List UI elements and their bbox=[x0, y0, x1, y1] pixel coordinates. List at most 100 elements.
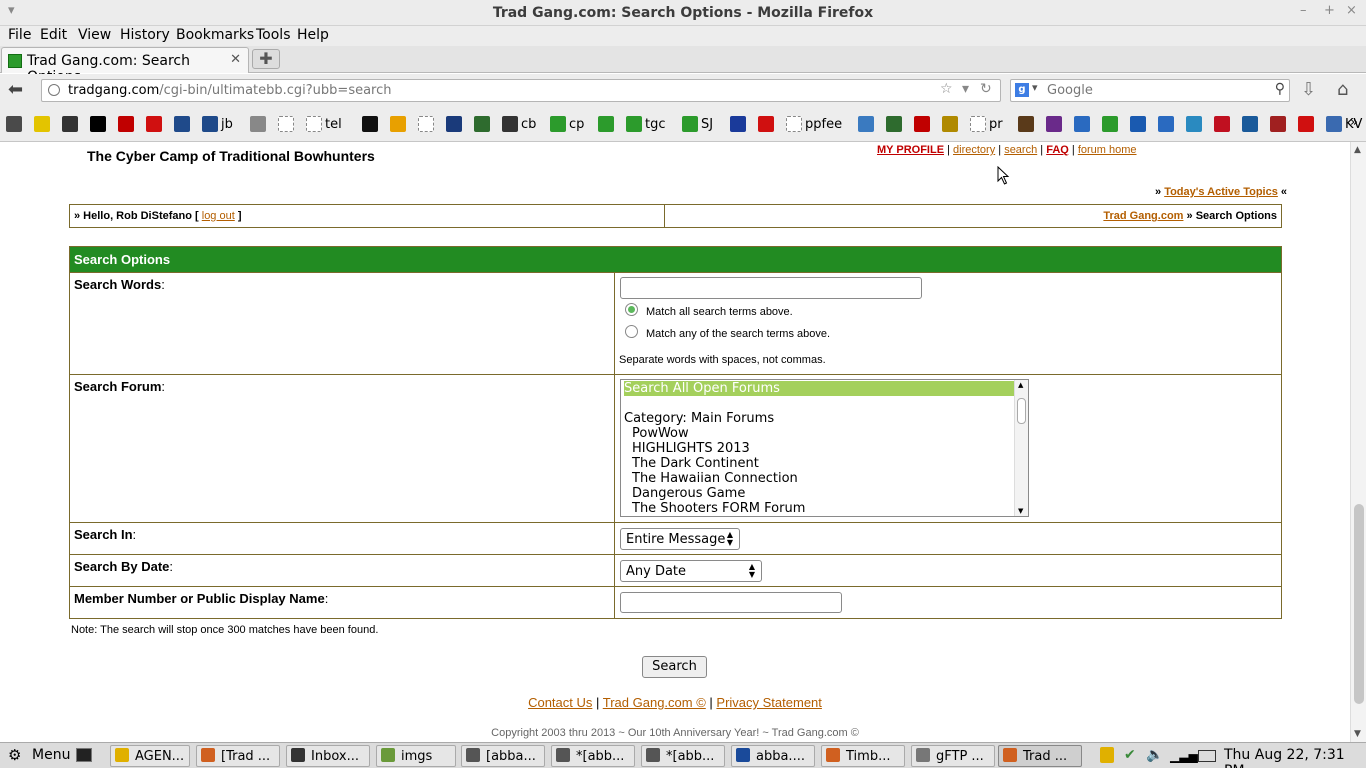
search-words-input[interactable] bbox=[620, 277, 922, 299]
bookmark-item[interactable]: tgc bbox=[626, 116, 666, 132]
bookmark-item[interactable] bbox=[942, 116, 958, 132]
directory-link[interactable]: directory bbox=[953, 144, 995, 156]
scroll-down-icon[interactable]: ▼ bbox=[1018, 507, 1023, 515]
bookmark-item[interactable] bbox=[886, 116, 902, 132]
bookmark-item[interactable] bbox=[914, 116, 930, 132]
bookmark-item[interactable] bbox=[1074, 116, 1090, 132]
menu-edit[interactable]: Edit bbox=[40, 27, 67, 43]
bookmark-item[interactable] bbox=[1102, 116, 1118, 132]
bookmark-item[interactable]: pr bbox=[970, 116, 1003, 132]
menu-history[interactable]: History bbox=[120, 27, 170, 43]
taskbar-item[interactable]: [abba... bbox=[461, 745, 545, 767]
my-profile-link[interactable]: MY PROFILE bbox=[877, 144, 944, 156]
bookmark-item[interactable]: ppfee bbox=[786, 116, 842, 132]
bookmark-item[interactable]: tel bbox=[306, 116, 342, 132]
scroll-up-icon[interactable]: ▲ bbox=[1018, 381, 1023, 389]
taskbar-item[interactable]: AGEN... bbox=[110, 745, 190, 767]
bookmark-item[interactable] bbox=[1270, 116, 1286, 132]
home-icon[interactable]: ⌂ bbox=[1337, 79, 1348, 100]
bookmark-item[interactable] bbox=[362, 116, 378, 132]
reload-icon[interactable]: ↻ bbox=[980, 81, 992, 97]
forum-option[interactable]: The Dark Continent bbox=[632, 456, 759, 471]
bookmark-item[interactable]: SJ bbox=[682, 116, 713, 132]
search-engine-box[interactable]: g ▾ Google ⚲ bbox=[1010, 79, 1290, 102]
bookmark-item[interactable] bbox=[598, 116, 614, 132]
bookmark-item[interactable] bbox=[1242, 116, 1258, 132]
search-icon[interactable]: ⚲ bbox=[1275, 81, 1285, 97]
match-all-radio[interactable] bbox=[625, 303, 638, 316]
new-tab-button[interactable]: ✚ bbox=[252, 49, 280, 69]
bookmark-item[interactable] bbox=[1214, 116, 1230, 132]
url-bar[interactable]: tradgang.com/cgi-bin/ultimatebb.cgi?ubb=… bbox=[41, 79, 1001, 102]
google-icon[interactable]: g bbox=[1015, 83, 1029, 97]
page-scrollbar[interactable]: ▲ ▼ bbox=[1350, 142, 1366, 742]
bookmark-item[interactable] bbox=[34, 116, 50, 132]
maximize-icon[interactable]: + bbox=[1324, 3, 1335, 18]
bookmark-item[interactable] bbox=[62, 116, 78, 132]
bookmark-item[interactable] bbox=[1186, 116, 1202, 132]
taskbar-item[interactable]: abba.... bbox=[731, 745, 815, 767]
bookmark-item[interactable] bbox=[6, 116, 22, 132]
forum-option[interactable]: The Shooters FORM Forum bbox=[632, 501, 805, 516]
taskbar-item[interactable]: Timb... bbox=[821, 745, 905, 767]
menu-gear-icon[interactable]: ⚙ bbox=[8, 746, 21, 764]
bookmark-item[interactable] bbox=[858, 116, 874, 132]
start-menu-button[interactable]: Menu bbox=[32, 747, 70, 763]
notes-tray-icon[interactable] bbox=[1100, 747, 1114, 763]
member-input[interactable] bbox=[620, 592, 842, 613]
scrollbar-thumb[interactable] bbox=[1354, 504, 1364, 704]
bookmark-item[interactable] bbox=[758, 116, 774, 132]
search-date-select[interactable]: Any Date ▲ ▼ bbox=[620, 560, 762, 582]
battery-icon[interactable] bbox=[1198, 750, 1216, 762]
tab-close-icon[interactable]: ✕ bbox=[230, 52, 241, 67]
site-link[interactable]: Trad Gang.com © bbox=[603, 695, 706, 710]
faq-link[interactable]: FAQ bbox=[1046, 144, 1069, 156]
bookmark-item[interactable] bbox=[250, 116, 266, 132]
breadcrumb-home-link[interactable]: Trad Gang.com bbox=[1103, 210, 1183, 222]
search-button[interactable]: Search bbox=[642, 656, 707, 678]
taskbar-item[interactable]: Inbox... bbox=[286, 745, 370, 767]
volume-icon[interactable]: 🔈 bbox=[1146, 747, 1163, 763]
forum-option[interactable]: HIGHLIGHTS 2013 bbox=[632, 441, 750, 456]
bookmark-item[interactable] bbox=[1158, 116, 1174, 132]
bookmark-item[interactable] bbox=[1130, 116, 1146, 132]
bookmark-item[interactable] bbox=[146, 116, 162, 132]
bookmark-item[interactable] bbox=[446, 116, 462, 132]
bookmark-item[interactable] bbox=[418, 116, 434, 132]
taskbar-item[interactable]: *[abb... bbox=[641, 745, 725, 767]
scroll-up-icon[interactable]: ▲ bbox=[1354, 145, 1361, 155]
forum-list[interactable]: Search All Open Forums Category: Main Fo… bbox=[620, 379, 1029, 517]
bookmark-item[interactable] bbox=[1046, 116, 1062, 132]
bookmark-item[interactable]: jb bbox=[202, 116, 233, 132]
bookmark-item[interactable]: cb bbox=[502, 116, 536, 132]
clock[interactable]: Thu Aug 22, 7:31 PM bbox=[1224, 747, 1366, 768]
bookmark-item[interactable] bbox=[1018, 116, 1034, 132]
forum-home-link[interactable]: forum home bbox=[1078, 144, 1137, 156]
bookmark-item[interactable] bbox=[174, 116, 190, 132]
url-text[interactable]: tradgang.com/cgi-bin/ultimatebb.cgi?ubb=… bbox=[68, 83, 392, 98]
shield-tray-icon[interactable]: ✔ bbox=[1124, 747, 1136, 763]
bookmark-item[interactable] bbox=[278, 116, 294, 132]
bookmark-item[interactable] bbox=[390, 116, 406, 132]
taskbar-item[interactable]: Trad ... bbox=[998, 745, 1082, 767]
search-in-select[interactable]: Entire Message ▲ ▼ bbox=[620, 528, 740, 550]
terminal-launcher-icon[interactable] bbox=[76, 748, 92, 762]
bookmark-item[interactable] bbox=[1298, 116, 1314, 132]
forum-option[interactable]: PowWow bbox=[632, 426, 689, 441]
bookmark-item[interactable]: cp bbox=[550, 116, 584, 132]
forum-category[interactable]: Category: Main Forums bbox=[624, 411, 774, 426]
contact-us-link[interactable]: Contact Us bbox=[528, 695, 592, 710]
taskbar-item[interactable]: *[abb... bbox=[551, 745, 635, 767]
minimize-icon[interactable]: – bbox=[1300, 3, 1307, 18]
match-any-radio[interactable] bbox=[625, 325, 638, 338]
menu-view[interactable]: View bbox=[78, 27, 111, 43]
bookmark-item[interactable] bbox=[474, 116, 490, 132]
taskbar-item[interactable]: imgs bbox=[376, 745, 456, 767]
network-icon[interactable]: ▁▃▅ bbox=[1170, 749, 1198, 763]
menu-file[interactable]: File bbox=[8, 27, 31, 43]
url-dropdown-icon[interactable]: ▾ bbox=[962, 81, 969, 97]
close-icon[interactable]: × bbox=[1346, 3, 1357, 18]
menu-tools[interactable]: Tools bbox=[256, 27, 291, 43]
menu-bookmarks[interactable]: Bookmarks bbox=[176, 27, 254, 43]
forum-option[interactable]: Search All Open Forums bbox=[624, 381, 1014, 396]
